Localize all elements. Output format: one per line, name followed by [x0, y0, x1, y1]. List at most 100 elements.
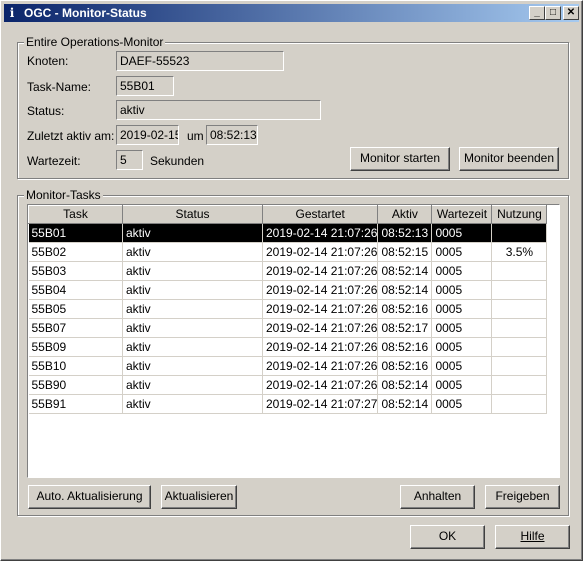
close-button[interactable]: ✕: [563, 6, 579, 20]
pause-button[interactable]: Anhalten: [400, 485, 475, 509]
cell-aktiv: 08:52:13: [377, 223, 433, 243]
status-label: Status:: [27, 104, 65, 118]
cell-wartezeit: 0005: [431, 356, 493, 376]
cell-status: aktiv: [122, 318, 263, 338]
cell-aktiv: 08:52:14: [377, 261, 433, 281]
cell-nutzung: [491, 318, 548, 338]
cell-nutzung: 3.5%: [491, 242, 548, 262]
cell-status: aktiv: [122, 299, 263, 319]
table-row[interactable]: 55B05 aktiv 2019-02-14 21:07:26 08:52:16 000…: [28, 299, 548, 319]
knoten-field: DAEF-55523: [116, 51, 284, 71]
cell-nutzung: [491, 375, 548, 395]
cell-gestartet: 2019-02-14 21:07:26: [262, 242, 379, 262]
column-header-wartezeit[interactable]: Wartezeit: [431, 205, 493, 224]
cell-wartezeit: 0005: [431, 261, 493, 281]
cell-task: 55B09: [28, 337, 123, 357]
cell-gestartet: 2019-02-14 21:07:26: [262, 337, 379, 357]
cell-task: 55B04: [28, 280, 123, 300]
monitor-start-button[interactable]: Monitor starten: [350, 147, 450, 171]
sekunden-label: Sekunden: [150, 154, 205, 168]
table-row[interactable]: 55B90 aktiv 2019-02-14 21:07:26 08:52:14 000…: [28, 375, 548, 395]
monitor-stop-button[interactable]: Monitor beenden: [459, 147, 559, 171]
wartezeit-label: Wartezeit:: [27, 154, 81, 168]
cell-gestartet: 2019-02-14 21:07:26: [262, 223, 379, 243]
cell-status: aktiv: [122, 356, 263, 376]
cell-status: aktiv: [122, 223, 263, 243]
cell-gestartet: 2019-02-14 21:07:26: [262, 356, 379, 376]
column-header-task[interactable]: Task: [28, 205, 123, 224]
task-name-label: Task-Name:: [27, 80, 92, 94]
cell-task: 55B90: [28, 375, 123, 395]
cell-gestartet: 2019-02-14 21:07:27: [262, 394, 379, 414]
cell-aktiv: 08:52:17: [377, 318, 433, 338]
cell-status: aktiv: [122, 337, 263, 357]
zuletzt-time-field: 08:52:13: [206, 125, 258, 145]
cell-status: aktiv: [122, 394, 263, 414]
cell-nutzung: [491, 394, 548, 414]
table-header-row: Task Status Gestartet Aktiv Wartezeit Nu…: [28, 205, 548, 224]
cell-aktiv: 08:52:16: [377, 356, 433, 376]
tasks-table[interactable]: Task Status Gestartet Aktiv Wartezeit Nu…: [27, 204, 560, 478]
window-title: OGC - Monitor-Status: [24, 6, 147, 20]
minimize-button[interactable]: _: [529, 6, 545, 20]
cell-wartezeit: 0005: [431, 318, 493, 338]
maximize-button[interactable]: □: [545, 6, 561, 20]
table-row[interactable]: 55B09 aktiv 2019-02-14 21:07:26 08:52:16 000…: [28, 337, 548, 357]
column-header-status[interactable]: Status: [122, 205, 263, 224]
cell-wartezeit: 0005: [431, 223, 493, 243]
cell-status: aktiv: [122, 261, 263, 281]
help-button[interactable]: Hilfe: [495, 525, 570, 549]
wartezeit-field: 5: [116, 150, 143, 170]
um-label: um: [187, 129, 204, 143]
column-header-nutzung[interactable]: Nutzung: [491, 205, 548, 224]
cell-status: aktiv: [122, 242, 263, 262]
table-row[interactable]: 55B02 aktiv 2019-02-14 21:07:26 08:52:15 000…: [28, 242, 548, 262]
task-name-field: 55B01: [116, 76, 174, 96]
title-bar[interactable]: i OGC - Monitor-Status _ □ ✕: [4, 4, 579, 22]
cell-nutzung: [491, 337, 548, 357]
refresh-button[interactable]: Aktualisieren: [161, 485, 237, 509]
table-row[interactable]: 55B07 aktiv 2019-02-14 21:07:26 08:52:17 000…: [28, 318, 548, 338]
cell-task: 55B05: [28, 299, 123, 319]
table-row[interactable]: 55B03 aktiv 2019-02-14 21:07:26 08:52:14 000…: [28, 261, 548, 281]
cell-wartezeit: 0005: [431, 375, 493, 395]
table-row[interactable]: 55B01 aktiv 2019-02-14 21:07:26 08:52:13 000…: [28, 223, 548, 243]
cell-gestartet: 2019-02-14 21:07:26: [262, 375, 379, 395]
cell-nutzung: [491, 223, 548, 243]
cell-gestartet: 2019-02-14 21:07:26: [262, 318, 379, 338]
cell-wartezeit: 0005: [431, 394, 493, 414]
cell-task: 55B10: [28, 356, 123, 376]
cell-wartezeit: 0005: [431, 242, 493, 262]
ok-button[interactable]: OK: [410, 525, 485, 549]
table-row[interactable]: 55B04 aktiv 2019-02-14 21:07:26 08:52:14 000…: [28, 280, 548, 300]
status-field: aktiv: [116, 100, 321, 120]
cell-aktiv: 08:52:14: [377, 280, 433, 300]
cell-wartezeit: 0005: [431, 337, 493, 357]
table-row[interactable]: 55B91 aktiv 2019-02-14 21:07:27 08:52:14 000…: [28, 394, 548, 414]
cell-aktiv: 08:52:16: [377, 299, 433, 319]
cell-gestartet: 2019-02-14 21:07:26: [262, 280, 379, 300]
zuletzt-aktiv-label: Zuletzt aktiv am:: [27, 129, 115, 143]
cell-wartezeit: 0005: [431, 299, 493, 319]
monitor-status-dialog: i OGC - Monitor-Status _ □ ✕ Entire Oper…: [0, 0, 583, 561]
cell-nutzung: [491, 261, 548, 281]
column-header-aktiv[interactable]: Aktiv: [377, 205, 433, 224]
release-button[interactable]: Freigeben: [485, 485, 560, 509]
operations-monitor-legend: Entire Operations-Monitor: [24, 35, 166, 49]
cell-task: 55B02: [28, 242, 123, 262]
table-row[interactable]: 55B10 aktiv 2019-02-14 21:07:26 08:52:16 000…: [28, 356, 548, 376]
monitor-tasks-legend: Monitor-Tasks: [24, 188, 103, 202]
cell-aktiv: 08:52:14: [377, 375, 433, 395]
cell-aktiv: 08:52:14: [377, 394, 433, 414]
cell-gestartet: 2019-02-14 21:07:26: [262, 261, 379, 281]
column-header-gestartet[interactable]: Gestartet: [261, 205, 379, 224]
cell-gestartet: 2019-02-14 21:07:26: [262, 299, 379, 319]
cell-nutzung: [491, 299, 548, 319]
auto-refresh-button[interactable]: Auto. Aktualisierung: [28, 485, 151, 509]
cell-task: 55B07: [28, 318, 123, 338]
info-icon: i: [9, 6, 15, 20]
cell-nutzung: [491, 280, 548, 300]
zuletzt-date-field: 2019-02-15: [116, 125, 179, 145]
cell-aktiv: 08:52:16: [377, 337, 433, 357]
cell-nutzung: [491, 356, 548, 376]
